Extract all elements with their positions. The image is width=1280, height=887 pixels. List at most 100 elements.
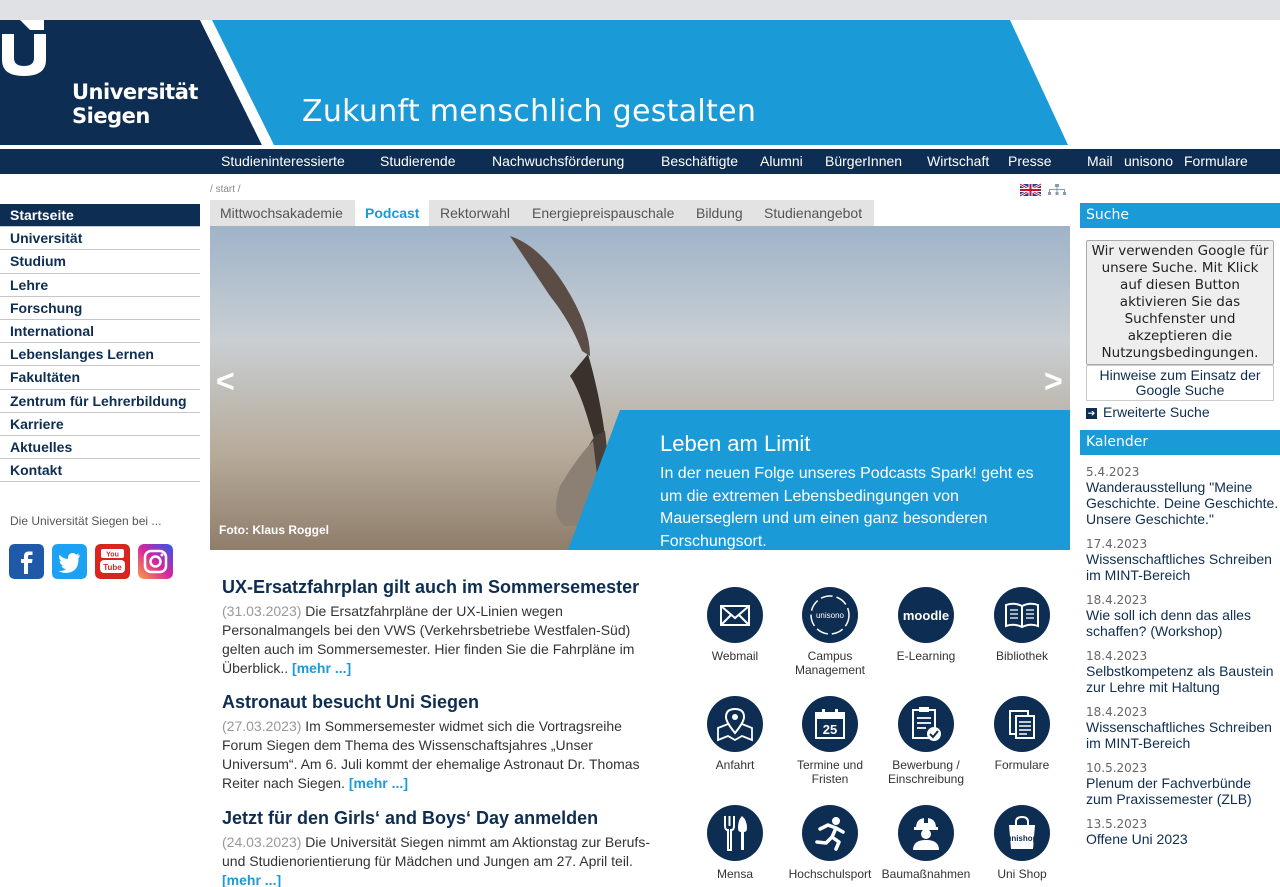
- news-title[interactable]: Astronaut besucht Uni Siegen: [222, 692, 657, 713]
- sidebar-item-lebenslanges-lernen[interactable]: Lebenslanges Lernen: [0, 343, 200, 367]
- sidebar-item-kontakt[interactable]: Kontakt: [0, 459, 200, 483]
- application-icon: [912, 707, 941, 741]
- nav-buergerinnen[interactable]: BürgerInnen: [825, 153, 902, 169]
- google-search-hint-link[interactable]: Hinweise zum Einsatz der Google Suche: [1086, 365, 1274, 401]
- sidebar-item-forschung[interactable]: Forschung: [0, 297, 200, 320]
- svg-text:Tube: Tube: [103, 563, 122, 572]
- tab-rektorwahl[interactable]: Rektorwahl: [440, 200, 510, 226]
- nav-alumni[interactable]: Alumni: [760, 153, 803, 169]
- advanced-search-label: Erweiterte Suche: [1103, 404, 1210, 420]
- forms-icon: [1009, 710, 1035, 739]
- header-banner: Universität Siegen Zukunft menschlich ge…: [0, 20, 1280, 145]
- calendar-event[interactable]: 10.5.2023 Plenum der Fachverbünde zum Pr…: [1086, 761, 1280, 807]
- sidebar-item-universitaet[interactable]: Universität: [0, 227, 200, 251]
- news-item: Astronaut besucht Uni Siegen (27.03.2023…: [222, 692, 657, 793]
- calendar-event[interactable]: 18.4.2023 Wissenschaftliches Schreiben i…: [1086, 705, 1280, 751]
- quicklink-anfahrt[interactable]: Anfahrt: [685, 696, 785, 772]
- arrow-right-icon: ➔: [1086, 407, 1097, 419]
- sidebar-item-international[interactable]: International: [0, 320, 200, 344]
- sidebar-item-lehre[interactable]: Lehre: [0, 274, 200, 297]
- tab-mittwochsakademie[interactable]: Mittwochsakademie: [220, 200, 343, 226]
- nav-presse[interactable]: Presse: [1008, 153, 1052, 169]
- quicklink-e-learning[interactable]: moodle E-Learning: [876, 587, 976, 663]
- sidebar-navigation: Startseite Universität Studium Lehre For…: [0, 204, 200, 483]
- event-date: 18.4.2023: [1086, 593, 1148, 607]
- quicklink-label: Bibliothek: [995, 649, 1049, 663]
- quicklink-webmail[interactable]: Webmail: [685, 587, 785, 663]
- quicklink-baumassnahmen[interactable]: Baumaßnahmen: [876, 805, 976, 881]
- university-logo-icon[interactable]: [0, 20, 52, 76]
- news-title[interactable]: Jetzt für den Girls‘ and Boys‘ Day anmel…: [222, 808, 657, 829]
- news-date: (24.03.2023): [222, 834, 302, 850]
- quicklink-bewerbung[interactable]: Bewerbung / Einschreibung: [876, 696, 976, 786]
- google-search-activate-button[interactable]: Wir verwenden Google für unsere Suche. M…: [1086, 240, 1274, 365]
- slider-next-button[interactable]: >: [1044, 363, 1063, 400]
- sidebar-item-fakultaeten[interactable]: Fakultäten: [0, 366, 200, 390]
- tab-bildung[interactable]: Bildung: [696, 200, 743, 226]
- calendar-event[interactable]: 13.5.2023 Offene Uni 2023: [1086, 817, 1280, 847]
- news-date: (27.03.2023): [222, 718, 302, 734]
- event-date: 5.4.2023: [1086, 465, 1140, 479]
- calendar-icon: 25: [815, 709, 845, 739]
- news-item: UX-Ersatzfahrplan gilt auch im Sommersem…: [222, 577, 657, 678]
- language-sitemap-icons: [1020, 183, 1066, 197]
- advanced-search-link[interactable]: ➔ Erweiterte Suche: [1086, 404, 1280, 420]
- news-text: (27.03.2023) Im Sommersemester widmet si…: [222, 717, 657, 793]
- calendar-event[interactable]: 17.4.2023 Wissenschaftliches Schreiben i…: [1086, 537, 1280, 583]
- news-more-link[interactable]: [mehr ...]: [292, 660, 351, 676]
- nav-beschaeftigte[interactable]: Beschäftigte: [661, 153, 738, 169]
- quicklink-label: Campus Management: [794, 649, 866, 677]
- quicklink-bibliothek[interactable]: Bibliothek: [972, 587, 1072, 663]
- sitemap-icon[interactable]: [1048, 184, 1066, 195]
- slogan: Zukunft menschlich gestalten: [302, 94, 757, 129]
- nav-studierende[interactable]: Studierende: [380, 153, 456, 169]
- slider-prev-button[interactable]: <: [216, 363, 235, 400]
- sidebar-item-startseite[interactable]: Startseite: [0, 204, 200, 228]
- calendar-heading: Kalender: [1080, 430, 1280, 455]
- breadcrumb-start[interactable]: start: [216, 184, 235, 195]
- facebook-icon[interactable]: [9, 544, 44, 579]
- sidebar-item-aktuelles[interactable]: Aktuelles: [0, 436, 200, 460]
- news-more-link[interactable]: [mehr ...]: [222, 872, 281, 887]
- event-title: Wie soll ich denn das alles schaffen? (W…: [1086, 607, 1251, 639]
- event-title: Wanderausstellung "Meine Geschichte. Dei…: [1086, 479, 1279, 527]
- event-date: 18.4.2023: [1086, 649, 1148, 663]
- slide-title[interactable]: Leben am Limit: [660, 431, 810, 457]
- nav-formulare[interactable]: Formulare: [1184, 153, 1248, 169]
- english-flag-icon[interactable]: [1020, 183, 1042, 197]
- nav-nachwuchsfoerderung[interactable]: Nachwuchsförderung: [492, 153, 624, 169]
- twitter-icon[interactable]: [52, 544, 87, 579]
- sidebar-item-zentrum-lehrerbildung[interactable]: Zentrum für Lehrerbildung: [0, 390, 200, 413]
- nav-wirtschaft[interactable]: Wirtschaft: [927, 153, 989, 169]
- quicklink-hochschulsport[interactable]: Hochschulsport: [780, 805, 880, 881]
- news-title[interactable]: UX-Ersatzfahrplan gilt auch im Sommersem…: [222, 577, 657, 598]
- news-more-link[interactable]: [mehr ...]: [349, 775, 408, 791]
- quicklink-uni-shop[interactable]: unishop Uni Shop: [972, 805, 1072, 881]
- event-title: Plenum der Fachverbünde zum Praxissemest…: [1086, 775, 1252, 807]
- instagram-icon[interactable]: [138, 544, 173, 579]
- sidebar-item-studium[interactable]: Studium: [0, 250, 200, 274]
- youtube-icon[interactable]: You Tube: [95, 544, 130, 579]
- breadcrumb-separator: /: [210, 184, 213, 195]
- search-heading: Suche: [1080, 203, 1280, 228]
- right-column: Suche Wir verwenden Google für unsere Su…: [1080, 203, 1280, 847]
- nav-mail[interactable]: Mail: [1087, 153, 1113, 169]
- university-logo-text[interactable]: Universität Siegen: [72, 80, 198, 128]
- tab-studienangebot[interactable]: Studienangebot: [764, 200, 862, 226]
- quicklink-campus-management[interactable]: unisono Campus Management: [780, 587, 880, 677]
- social-media-title: Die Universität Siegen bei ...: [10, 514, 162, 528]
- quicklink-mensa[interactable]: Mensa: [685, 805, 785, 881]
- calendar-event[interactable]: 18.4.2023 Wie soll ich denn das alles sc…: [1086, 593, 1280, 639]
- nav-unisono[interactable]: unisono: [1124, 153, 1173, 169]
- slide-text: In der neuen Folge unseres Podcasts Spar…: [660, 465, 1034, 550]
- calendar-event[interactable]: 5.4.2023 Wanderausstellung "Meine Geschi…: [1086, 465, 1280, 527]
- tab-energiepreispauschale[interactable]: Energiepreispauschale: [532, 200, 674, 226]
- quicklink-label: E-Learning: [896, 649, 956, 663]
- tab-podcast[interactable]: Podcast: [355, 200, 430, 226]
- quicklink-label: Mensa: [716, 867, 754, 881]
- quicklink-formulare[interactable]: Formulare: [972, 696, 1072, 772]
- quicklink-termine-fristen[interactable]: 25 Termine und Fristen: [780, 696, 880, 786]
- calendar-event[interactable]: 18.4.2023 Selbstkompetenz als Baustein z…: [1086, 649, 1280, 695]
- sidebar-item-karriere[interactable]: Karriere: [0, 413, 200, 436]
- nav-studieninteressierte[interactable]: Studieninteressierte: [221, 153, 345, 169]
